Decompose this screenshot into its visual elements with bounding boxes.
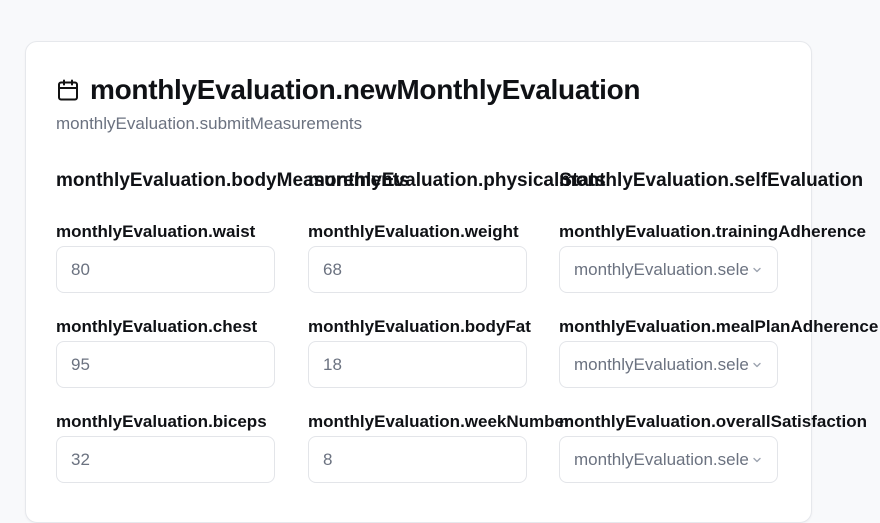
biceps-label: monthlyEvaluation.biceps [56, 412, 267, 431]
section-title-self-evaluation: monthlyEvaluation.selfEvaluation [559, 170, 864, 191]
week-number-label: monthlyEvaluation.weekNumber [308, 412, 571, 431]
weight-label: monthlyEvaluation.weight [308, 222, 519, 241]
training-adherence-label: monthlyEvaluation.trainingAdherence [559, 222, 866, 241]
chevron-down-icon [753, 362, 761, 367]
chevron-down-icon [753, 267, 761, 272]
biceps-input[interactable] [56, 436, 275, 483]
title-row: monthlyEvaluation.newMonthlyEvaluation [56, 74, 641, 106]
weight-input[interactable] [308, 246, 527, 293]
meal-plan-adherence-select[interactable]: monthlyEvaluation.sele [559, 341, 778, 388]
chevron-down-icon [753, 457, 761, 462]
overall-satisfaction-placeholder: monthlyEvaluation.sele [574, 449, 749, 469]
training-adherence-placeholder: monthlyEvaluation.sele [574, 259, 749, 279]
waist-label: monthlyEvaluation.waist [56, 222, 256, 241]
page-title: monthlyEvaluation.newMonthlyEvaluation [90, 74, 641, 105]
evaluation-card: monthlyEvaluation.newMonthlyEvaluation m… [25, 41, 878, 523]
meal-plan-adherence-placeholder: monthlyEvaluation.sele [574, 354, 749, 374]
page-subtitle: monthlyEvaluation.submitMeasurements [56, 114, 363, 133]
chest-label: monthlyEvaluation.chest [56, 317, 258, 336]
calendar-icon [58, 79, 78, 101]
meal-plan-adherence-label: monthlyEvaluation.mealPlanAdherence [559, 317, 879, 336]
waist-input[interactable] [56, 246, 275, 293]
chest-input[interactable] [56, 341, 275, 388]
training-adherence-select[interactable]: monthlyEvaluation.sele [559, 246, 778, 293]
body-fat-input[interactable] [308, 341, 527, 388]
overall-satisfaction-label: monthlyEvaluation.overallSatisfaction [559, 412, 867, 431]
week-number-input[interactable] [308, 436, 527, 483]
body-fat-label: monthlyEvaluation.bodyFat [308, 317, 531, 336]
overall-satisfaction-select[interactable]: monthlyEvaluation.sele [559, 436, 778, 483]
